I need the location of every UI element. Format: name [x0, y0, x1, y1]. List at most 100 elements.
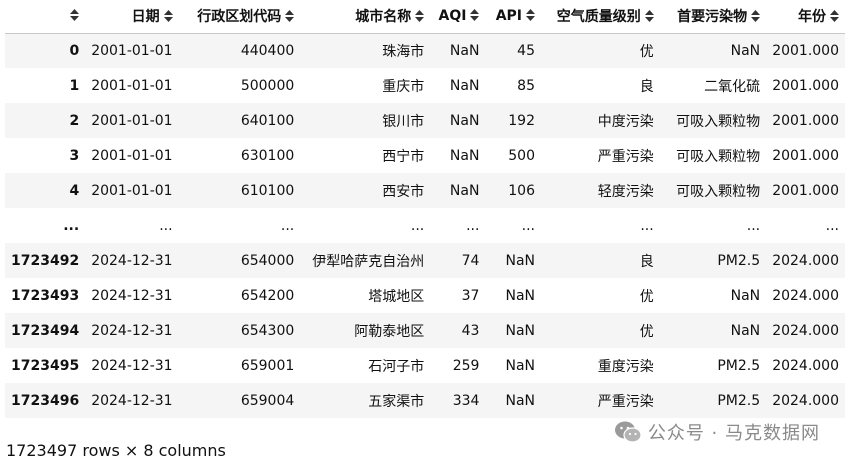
table-cell: 2024.000: [772, 357, 839, 374]
table-cell: ...: [521, 217, 535, 234]
table-cell: 珠海市: [382, 43, 425, 60]
table-cell: 2024-12-31: [91, 252, 173, 269]
table-cell: 2024-12-31: [91, 357, 173, 374]
table-cell: ...: [640, 217, 654, 234]
table-cell: NaN: [449, 147, 480, 164]
table-row-ellipsis: ...........................: [5, 208, 845, 243]
column-header-label: 日期: [131, 9, 160, 26]
sort-icon[interactable]: [415, 10, 425, 23]
sort-icon[interactable]: [644, 10, 654, 23]
column-header-label: 行政区划代码: [197, 9, 282, 26]
table-cell: 西宁市: [382, 148, 425, 165]
column-header[interactable]: 首要污染物: [659, 0, 767, 34]
table-body: 0 2001-01-01 440400 珠海市 NaN 45 优 NaN 2001.000 1 20…: [5, 33, 845, 418]
table-cell: ...: [410, 217, 425, 234]
table-cell: NaN: [730, 287, 761, 304]
row-index: ...: [63, 217, 80, 234]
table-cell: PM2.5: [717, 392, 761, 409]
table-cell: 2001.000: [772, 182, 839, 199]
table-cell: ...: [466, 217, 480, 234]
table-cell: 2024.000: [772, 322, 839, 339]
row-index: 1723496: [11, 392, 80, 409]
column-header[interactable]: 城市名称: [300, 0, 431, 34]
table-cell: 石河子市: [368, 358, 425, 375]
table-cell: 良: [639, 78, 654, 95]
column-header-label: 空气质量级别: [556, 9, 641, 26]
table-cell: 可吸入颗粒物: [676, 113, 761, 130]
table-cell: ...: [280, 217, 295, 234]
table-cell: PM2.5: [717, 252, 761, 269]
table-cell: NaN: [449, 42, 480, 59]
column-header[interactable]: 空气质量级别: [541, 0, 660, 34]
table-cell: 可吸入颗粒物: [676, 148, 761, 165]
table-cell: 重度污染: [597, 358, 654, 375]
table-row: 2 2001-01-01 640100 银川市 NaN 192 中度污染 可吸入颗粒物 2001…: [5, 103, 845, 138]
table-cell: 2024.000: [772, 392, 839, 409]
table-cell: 106: [508, 182, 535, 199]
table-cell: 可吸入颗粒物: [676, 183, 761, 200]
column-header[interactable]: 年份: [766, 0, 845, 34]
table-cell: 192: [508, 112, 535, 129]
row-index: 1723495: [11, 357, 80, 374]
table-cell: 2024-12-31: [91, 322, 173, 339]
column-header-label: API: [495, 8, 522, 25]
table-row: 1723494 2024-12-31 654300 阿勒泰地区 43 NaN 优 NaN 202…: [5, 313, 845, 348]
table-row: 1723492 2024-12-31 654000 伊犁哈萨克自治州 74 NaN 良 PM2…: [5, 243, 845, 278]
table-cell: 630100: [240, 147, 295, 164]
table-cell: 654300: [240, 322, 295, 339]
dataframe-shape-text: 1723497 rows × 8 columns: [6, 441, 226, 460]
row-index: 4: [69, 182, 80, 199]
table-cell: 优: [639, 288, 654, 305]
row-index: 1723492: [11, 252, 80, 269]
table-cell: 严重污染: [597, 393, 654, 410]
table-cell: NaN: [730, 42, 761, 59]
table-cell: NaN: [505, 252, 535, 269]
table-cell: ...: [159, 217, 173, 234]
watermark: 公众号 · 马克数据网: [614, 419, 820, 445]
column-header[interactable]: 日期: [85, 0, 179, 34]
table-cell: 塔城地区: [368, 288, 425, 305]
column-header[interactable]: AQI: [430, 0, 486, 34]
table-cell: NaN: [730, 322, 761, 339]
table-row: 1723493 2024-12-31 654200 塔城地区 37 NaN 优 NaN 2024…: [5, 278, 845, 313]
table-cell: 2001-01-01: [91, 42, 173, 59]
table-cell: NaN: [505, 322, 535, 339]
table-cell: 500: [508, 147, 535, 164]
dataframe-table: 日期 行政区划代码 城市名称 AQI API 空气质量级别 首要污染物 年份 0 2001-01…: [5, 0, 845, 418]
table-row: 0 2001-01-01 440400 珠海市 NaN 45 优 NaN 2001.000: [5, 33, 845, 68]
column-header-index[interactable]: [5, 0, 86, 34]
column-header[interactable]: 行政区划代码: [178, 0, 301, 34]
row-index: 1: [69, 77, 80, 94]
column-header-label: AQI: [438, 8, 467, 25]
table-cell: 2024-12-31: [91, 287, 173, 304]
table-cell: 334: [452, 392, 480, 409]
column-header-label: 首要污染物: [677, 9, 748, 26]
table-cell: 银川市: [382, 113, 425, 130]
watermark-text: 公众号 · 马克数据网: [647, 423, 820, 444]
table-cell: NaN: [505, 392, 535, 409]
sort-icon[interactable]: [751, 10, 761, 23]
table-cell: 74: [461, 252, 480, 269]
table-header-row: 日期 行政区划代码 城市名称 AQI API 空气质量级别 首要污染物 年份: [5, 0, 845, 34]
table-cell: 2001.000: [772, 42, 839, 59]
table-cell: 2001-01-01: [91, 147, 173, 164]
sort-icon[interactable]: [830, 10, 839, 23]
sort-icon[interactable]: [470, 9, 480, 22]
sort-icon[interactable]: [163, 10, 173, 23]
row-index: 3: [69, 147, 80, 164]
table-cell: NaN: [449, 77, 480, 94]
column-header-label: 年份: [798, 9, 826, 26]
table-cell: 2001.000: [772, 112, 839, 129]
column-header[interactable]: API: [485, 0, 541, 34]
sort-icon[interactable]: [526, 9, 535, 22]
row-index: 1723494: [11, 322, 80, 339]
table-cell: 2001-01-01: [91, 77, 173, 94]
table-cell: 2001.000: [772, 77, 839, 94]
table-cell: 43: [461, 322, 480, 339]
notebook-output: 日期 行政区划代码 城市名称 AQI API 空气质量级别 首要污染物 年份 0 2001-01…: [0, 0, 845, 465]
table-cell: 伊犁哈萨克自治州: [312, 253, 425, 270]
table-cell: NaN: [449, 182, 480, 199]
table-cell: 2001.000: [772, 147, 839, 164]
sort-icon[interactable]: [285, 10, 295, 23]
sort-icon[interactable]: [70, 9, 80, 22]
